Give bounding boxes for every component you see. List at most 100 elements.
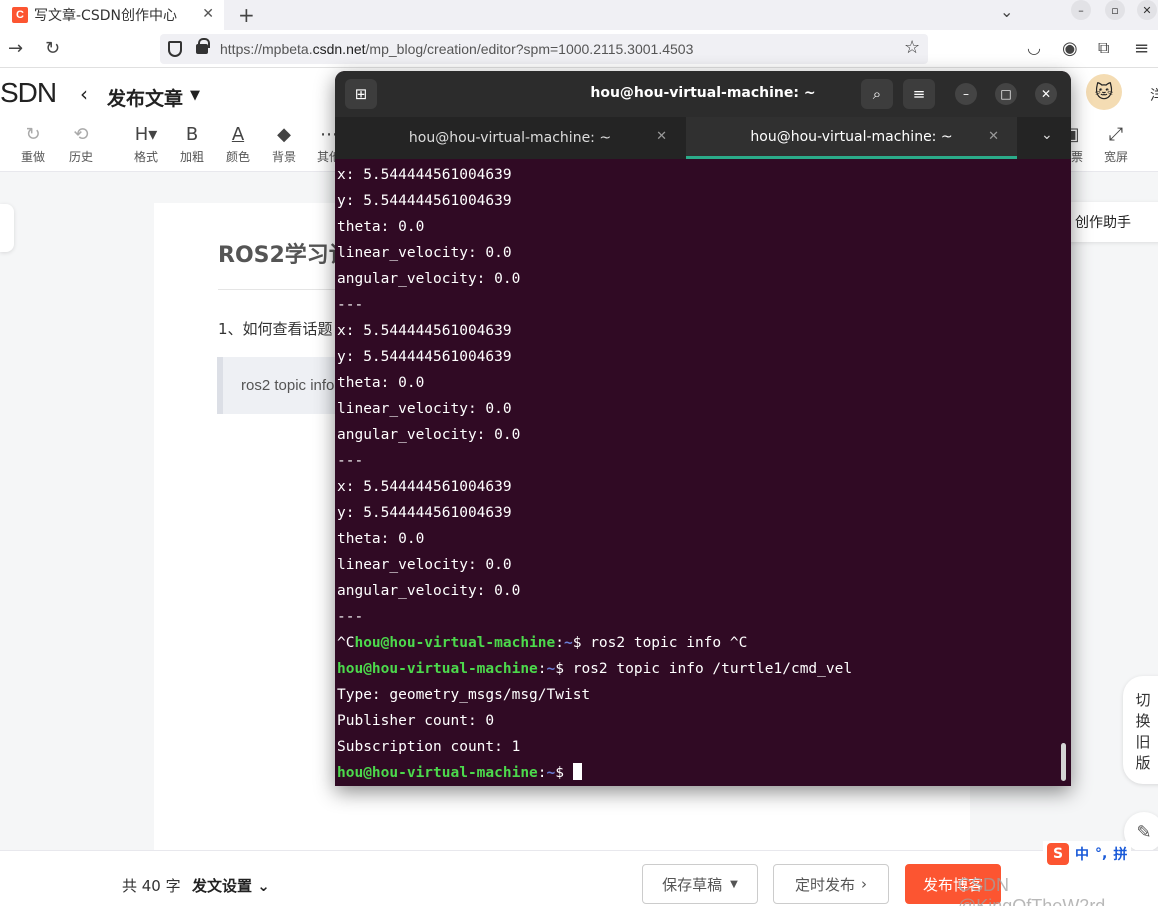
url-domain: csdn.net (312, 41, 366, 57)
terminal-line: theta: 0.0 (337, 375, 425, 391)
font-color-icon: A (231, 124, 245, 145)
terminal-line: x: 5.544444561004639 (337, 323, 512, 339)
save-draft-button[interactable]: 保存草稿 ▼ (642, 864, 758, 904)
terminal-line: Subscription count: 1 (337, 739, 521, 755)
history-icon: ⟲ (73, 124, 89, 145)
csdn-logo[interactable]: SDN (0, 77, 57, 109)
extensions-icon[interactable]: ⧉ (1098, 38, 1109, 58)
forward-arrow-icon[interactable]: → (8, 38, 23, 59)
maximize-icon[interactable]: □ (995, 83, 1017, 105)
close-tab-icon[interactable]: ✕ (988, 129, 999, 144)
background-button[interactable]: ◆ 背景 (260, 124, 308, 165)
terminal-line: theta: 0.0 (337, 531, 425, 547)
terminal-line: angular_velocity: 0.0 (337, 583, 521, 599)
schedule-publish-button[interactable]: 定时发布 › (773, 864, 889, 904)
expand-icon: ⤢ (1108, 124, 1124, 145)
caret-down-icon[interactable]: ▼ (190, 88, 200, 103)
sogou-ime-icon: S (1047, 843, 1069, 865)
left-drawer-tab[interactable] (0, 204, 14, 252)
list-tabs-chevron-icon[interactable]: ⌄ (1000, 2, 1013, 21)
minimize-window-icon[interactable]: – (1071, 0, 1091, 20)
terminal-line: hou@hou-virtual-machine:~$ ros2 topic in… (337, 661, 853, 677)
terminal-line: linear_velocity: 0.0 (337, 401, 512, 417)
ime-language[interactable]: 中 (1075, 844, 1089, 864)
maximize-window-icon[interactable]: ▫ (1105, 0, 1125, 20)
terminal-line: linear_velocity: 0.0 (337, 245, 512, 261)
csdn-favicon-icon: C (12, 7, 28, 23)
lock-icon[interactable] (196, 38, 210, 54)
bookmark-star-icon[interactable]: ☆ (904, 37, 920, 58)
avatar[interactable]: 🐱 (1086, 74, 1122, 110)
switch-old-version-button[interactable]: 切 换 旧 版 (1123, 676, 1158, 784)
terminal-line: x: 5.544444561004639 (337, 167, 512, 183)
article-title[interactable]: ROS2学习记 (218, 237, 351, 269)
terminal-prompt-line[interactable]: hou@hou-virtual-machine:~$ (337, 760, 1057, 786)
header-edge-text: 洋 (1150, 88, 1158, 104)
terminal-window[interactable]: ⊞ hou@hou-virtual-machine: ~ ⌕ ≡ – □ ✕ h… (335, 71, 1071, 786)
search-icon[interactable]: ⌕ (861, 79, 893, 109)
terminal-line: Type: geometry_msgs/msg/Twist (337, 687, 591, 703)
browser-tab[interactable]: C 写文章-CSDN创作中心 ✕ (0, 0, 224, 30)
prompt-user: hou@hou-virtual-machine (354, 635, 556, 651)
close-window-icon[interactable]: ✕ (1137, 0, 1157, 20)
close-tab-icon[interactable]: ✕ (656, 129, 667, 144)
terminal-line: linear_velocity: 0.0 (337, 557, 512, 573)
text-cursor (572, 763, 582, 780)
code-block-text: ros2 topic info (241, 377, 335, 394)
tabs-chevron-icon[interactable]: ⌄ (1041, 127, 1053, 143)
prompt-user: hou@hou-virtual-machine (337, 765, 538, 781)
heading-icon: H▾ (134, 124, 158, 145)
close-icon[interactable]: ✕ (1035, 83, 1057, 105)
terminal-line: Publisher count: 0 (337, 713, 495, 729)
chevron-down-icon: ⌄ (252, 877, 270, 895)
pocket-icon[interactable]: ◡ (1027, 38, 1041, 57)
terminal-titlebar: ⊞ hou@hou-virtual-machine: ~ ⌕ ≡ – □ ✕ (335, 71, 1071, 117)
terminal-line: y: 5.544444561004639 (337, 193, 512, 209)
ime-pinyin[interactable]: 拼 (1113, 844, 1127, 864)
color-button[interactable]: A 颜色 (214, 124, 262, 165)
article-paragraph[interactable]: 1、如何查看话题 (218, 318, 333, 339)
bold-button[interactable]: B 加粗 (168, 124, 216, 165)
bold-icon: B (185, 124, 199, 145)
post-settings-toggle[interactable]: 发文设置 ⌄ (192, 875, 270, 896)
prompt-path: ~ (546, 765, 556, 781)
history-button[interactable]: ⟲ 历史 (57, 124, 105, 165)
caret-down-icon: ▼ (730, 878, 738, 890)
address-bar[interactable]: https://mpbeta. csdn.net/mp_blog/creation… (160, 34, 928, 64)
terminal-line: --- (337, 297, 364, 313)
account-icon[interactable]: ◉ (1062, 38, 1078, 59)
terminal-output[interactable]: x: 5.544444561004639 y: 5.54444456100463… (337, 162, 1057, 786)
back-chevron-icon[interactable]: ‹ (80, 82, 88, 106)
terminal-scrollbar[interactable] (1061, 743, 1066, 781)
terminal-tab-1[interactable]: hou@hou-virtual-machine: ~ ✕ (335, 117, 685, 159)
publish-article-title[interactable]: 发布文章 (107, 84, 183, 111)
redo-button[interactable]: ↻ 重做 (9, 124, 57, 165)
reload-icon[interactable]: ↻ (45, 38, 60, 59)
terminal-line: angular_velocity: 0.0 (337, 271, 521, 287)
menu-icon[interactable]: ≡ (1134, 38, 1149, 59)
terminal-line: --- (337, 453, 364, 469)
wide-screen-button[interactable]: ⤢ 宽屏 (1092, 124, 1140, 165)
paint-bucket-icon: ◆ (277, 124, 291, 145)
url-prefix: https://mpbeta. (220, 41, 313, 57)
prompt-path: ~ (546, 661, 556, 677)
terminal-line: y: 5.544444561004639 (337, 505, 512, 521)
close-tab-icon[interactable]: ✕ (202, 6, 214, 22)
format-button[interactable]: H▾ 格式 (122, 124, 170, 165)
terminal-line: theta: 0.0 (337, 219, 425, 235)
new-tab-icon[interactable]: + (238, 3, 255, 27)
terminal-line: x: 5.544444561004639 (337, 479, 512, 495)
ime-punctuation[interactable]: °, (1095, 846, 1107, 862)
minimize-icon[interactable]: – (955, 83, 977, 105)
redo-icon: ↻ (25, 124, 41, 145)
browser-tab-bar: C 写文章-CSDN创作中心 ✕ + ⌄ – ▫ ✕ (0, 0, 1158, 30)
terminal-line: --- (337, 609, 364, 625)
creation-assistant-button[interactable]: 创作助手 (1066, 202, 1158, 242)
url-path: /mp_blog/creation/editor?spm=1000.2115.3… (365, 41, 694, 57)
terminal-tab-2[interactable]: hou@hou-virtual-machine: ~ ✕ (686, 117, 1017, 159)
terminal-line: y: 5.544444561004639 (337, 349, 512, 365)
ime-toolbar[interactable]: S 中 °, 拼 (1043, 841, 1132, 867)
tracking-shield-icon[interactable] (168, 41, 182, 57)
hamburger-menu-icon[interactable]: ≡ (903, 79, 935, 109)
terminal-line: ^Chou@hou-virtual-machine:~$ ros2 topic … (337, 635, 748, 651)
